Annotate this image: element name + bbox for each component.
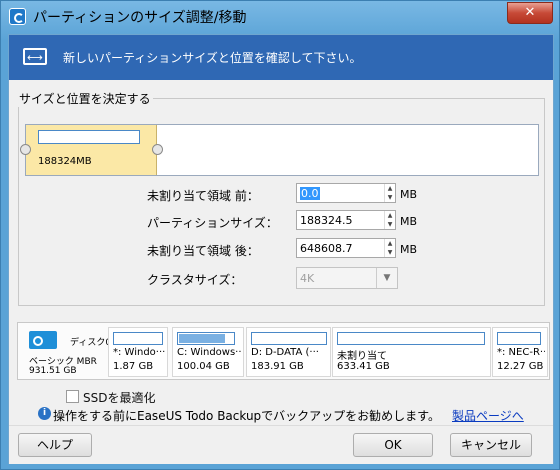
ssd-label[interactable]: SSDを最適化 <box>83 389 155 406</box>
partition-size: 183.91 GB <box>251 361 304 372</box>
disk-map: ディスク0 ベーシック MBR 931.51 GB *: Windo··· 1.8… <box>17 322 550 380</box>
disk-partition[interactable]: D: D-DATA (··· 183.91 GB <box>246 327 331 377</box>
cluster-label: クラスタサイズ： <box>147 273 243 287</box>
dialog-body: ⟷ 新しいパーティションサイズと位置を確認して下さい。 サイズと位置を決定する … <box>8 34 554 464</box>
partition-size: 12.27 GB <box>497 361 544 372</box>
partition-size: 100.04 GB <box>177 361 230 372</box>
partition-usage-fill <box>179 334 225 343</box>
after-input[interactable]: 648608.7 ▲ ▼ <box>296 238 396 258</box>
before-label: 未割り当て領域 前： <box>147 189 259 203</box>
help-button[interactable]: ヘルプ <box>18 433 92 457</box>
partition-label: C: Windows··· <box>177 347 241 358</box>
partition-size: 1.87 GB <box>113 361 154 372</box>
spinner-arrows-icon[interactable]: ▲ ▼ <box>384 184 395 202</box>
partition-track[interactable]: 188324MB <box>20 124 539 176</box>
button-bar: ヘルプ OK キャンセル <box>9 425 553 464</box>
info-banner: ⟷ 新しいパーティションサイズと位置を確認して下さい。 <box>9 35 553 80</box>
info-icon: i <box>38 407 51 420</box>
banner-text: 新しいパーティションサイズと位置を確認して下さい。 <box>63 51 362 65</box>
disk-partition[interactable]: *: Windo··· 1.87 GB <box>108 327 168 377</box>
close-button[interactable]: ✕ <box>507 2 553 24</box>
partition-label: *: NEC-R··· <box>497 347 545 358</box>
dialog-window: パーティションのサイズ調整/移動 ✕ ⟷ 新しいパーティションサイズと位置を確認… <box>0 0 560 470</box>
chevron-down-icon[interactable]: ▼ <box>376 268 397 288</box>
cluster-select[interactable]: 4K ▼ <box>296 267 398 289</box>
spinner-arrows-icon[interactable]: ▲ ▼ <box>384 239 395 257</box>
partition-label: *: Windo··· <box>113 347 165 358</box>
disk-name: ディスク0 <box>70 338 112 348</box>
partition-block[interactable]: 188324MB <box>26 125 157 175</box>
size-label: パーティションサイズ： <box>147 216 278 230</box>
cluster-value: 4K <box>300 272 315 285</box>
disk-icon <box>29 331 57 349</box>
size-input[interactable]: 188324.5 ▲ ▼ <box>296 210 396 230</box>
partition-size: 633.41 GB <box>337 361 390 372</box>
disk-partition[interactable]: 未割り当て 633.41 GB <box>332 327 491 377</box>
info-text: 操作をする前にEaseUS Todo Backupでバックアップをお勧めします。 <box>53 409 440 423</box>
after-value[interactable]: 648608.7 <box>300 242 353 255</box>
after-label: 未割り当て領域 後： <box>147 244 259 258</box>
partition-usage-bar <box>251 332 327 345</box>
after-unit: MB <box>400 243 418 256</box>
app-icon <box>9 8 26 25</box>
partition-label: 未割り当て <box>337 351 387 362</box>
partition-usage-bar <box>337 332 485 345</box>
group-label: サイズと位置を決定する <box>17 90 153 107</box>
disk-partition[interactable]: *: NEC-R··· 12.27 GB <box>492 327 548 377</box>
right-resize-handle[interactable] <box>152 144 163 155</box>
ok-button[interactable]: OK <box>353 433 433 457</box>
disk-size: 931.51 GB <box>29 366 77 376</box>
partition-usage-bar <box>497 332 541 345</box>
partition-label: D: D-DATA (··· <box>251 347 319 358</box>
size-unit: MB <box>400 215 418 228</box>
before-unit: MB <box>400 188 418 201</box>
disk-partition[interactable]: C: Windows··· 100.04 GB <box>172 327 244 377</box>
cancel-button[interactable]: キャンセル <box>450 433 532 457</box>
partition-size-label: 188324MB <box>38 156 92 167</box>
partition-block-bar <box>38 130 140 144</box>
resize-arrows-icon: ⟷ <box>23 48 47 65</box>
left-resize-handle[interactable] <box>20 144 31 155</box>
product-page-link[interactable]: 製品ページへ <box>452 407 524 424</box>
before-value[interactable]: 0.0 <box>300 187 320 200</box>
spinner-arrows-icon[interactable]: ▲ ▼ <box>384 211 395 229</box>
partition-usage-bar <box>177 332 235 345</box>
window-title: パーティションのサイズ調整/移動 <box>33 10 247 26</box>
ssd-checkbox[interactable] <box>66 390 79 403</box>
size-value[interactable]: 188324.5 <box>300 214 353 227</box>
before-input[interactable]: 0.0 ▲ ▼ <box>296 183 396 203</box>
title-bar[interactable]: パーティションのサイズ調整/移動 ✕ <box>1 1 559 33</box>
partition-usage-bar <box>113 332 163 345</box>
